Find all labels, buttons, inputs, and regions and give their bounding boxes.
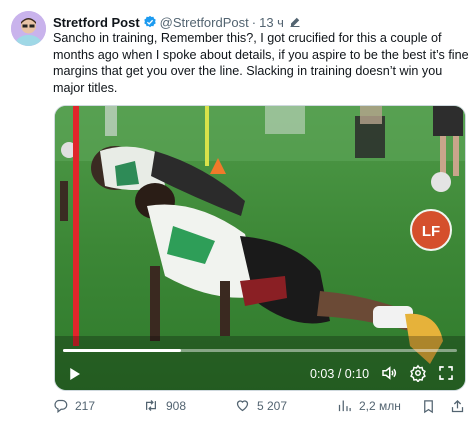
separator-dot: · — [251, 14, 257, 30]
time-separator: / — [337, 367, 342, 381]
video-timecode: 0:03 / 0:10 — [310, 367, 369, 381]
tweet-text: Sancho in training, Remember this?, I go… — [53, 30, 469, 96]
tweet-header: Stretford Post @StretfordPost · 13 ч — [53, 12, 301, 32]
play-button[interactable] — [65, 365, 83, 383]
share-icon[interactable] — [450, 399, 465, 417]
video-progress-fill — [63, 349, 182, 352]
tweet-actions: 217 908 5 207 2,2 млн — [53, 398, 468, 418]
repost-count: 908 — [166, 398, 187, 413]
like-count: 5 207 — [257, 398, 288, 413]
like-button[interactable]: 5 207 — [235, 398, 287, 413]
edited-pen-icon[interactable] — [289, 16, 301, 28]
repost-button[interactable]: 908 — [143, 398, 186, 413]
tweet-timestamp[interactable]: 13 ч — [259, 15, 284, 30]
views-count: 2,2 млн — [359, 398, 401, 413]
tweet-text-line: margins that get you over the line. Slac… — [53, 64, 443, 78]
tweet-text-line: major titles. — [53, 80, 118, 95]
current-time: 0:03 — [310, 367, 335, 381]
reply-icon — [54, 399, 68, 413]
tweet-text-line: Sancho in training, Remember this?, I go… — [53, 31, 442, 45]
tweet: Stretford Post @StretfordPost · 13 ч San… — [0, 0, 474, 427]
volume-icon[interactable] — [380, 364, 398, 382]
author-name[interactable]: Stretford Post — [53, 15, 140, 30]
reply-count: 217 — [75, 398, 96, 413]
views-chart-icon — [338, 400, 351, 412]
views-button[interactable]: 2,2 млн — [337, 398, 401, 413]
verified-badge-icon — [143, 15, 157, 29]
duration: 0:10 — [344, 367, 370, 381]
reply-button[interactable]: 217 — [53, 398, 95, 413]
video-progress-bar[interactable] — [63, 349, 457, 352]
author-handle[interactable]: @StretfordPost — [160, 15, 249, 30]
video-player[interactable]: LF 0:03 / 0:10 — [54, 105, 466, 391]
avatar[interactable] — [11, 11, 46, 46]
settings-gear-icon[interactable] — [409, 364, 427, 383]
fullscreen-icon[interactable] — [437, 364, 455, 382]
heart-icon — [236, 400, 249, 412]
bookmark-icon[interactable] — [421, 399, 436, 417]
repost-icon — [146, 400, 156, 411]
tweet-text-line: months ago when I spoke about details, i… — [53, 47, 469, 62]
watermark-label: LF — [422, 223, 440, 240]
